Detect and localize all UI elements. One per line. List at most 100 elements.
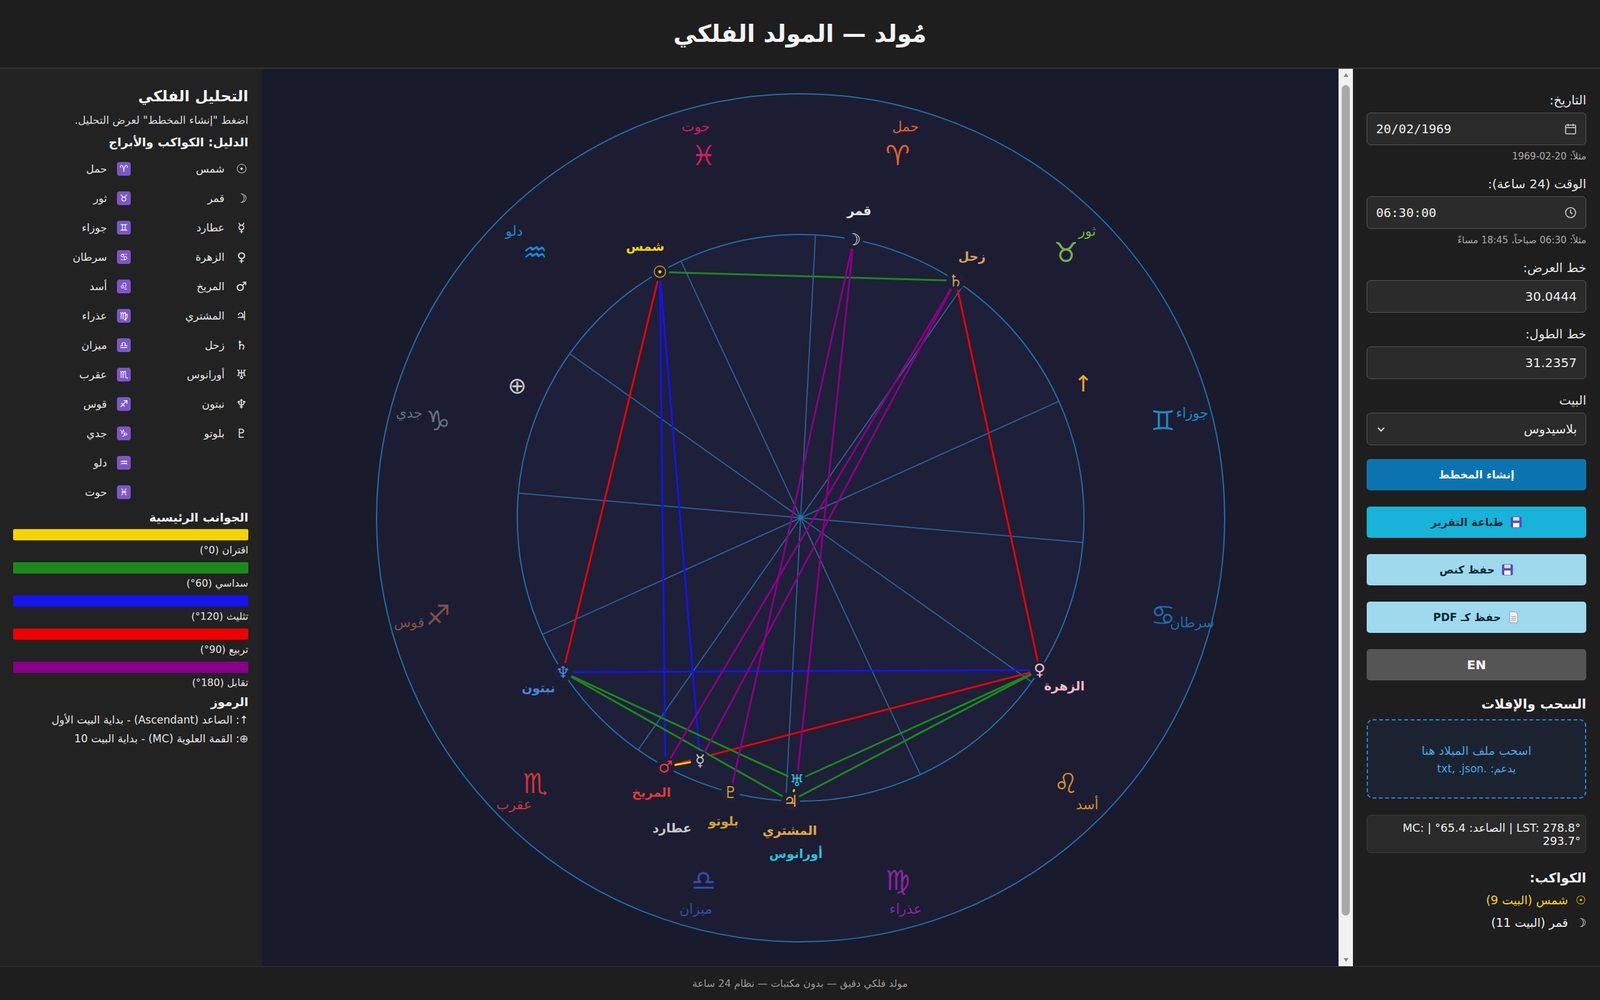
planet-marker[interactable]: ☽قمر [843, 202, 871, 249]
aspect-line [955, 280, 1040, 670]
planet-marker[interactable]: ♄زحل [946, 248, 986, 290]
date-input[interactable]: 20/02/1969 [1366, 112, 1587, 146]
field-value: 31.2357 [1524, 355, 1577, 371]
legend-cell: ♇بلوتو [130, 418, 249, 448]
planet-symbol: ☉ [1575, 893, 1587, 907]
sidebar-content: التاريخ:20/02/1969مثلاً: 20-02-1969الوقت… [1352, 68, 1600, 967]
planet-marker[interactable]: ♂المريخ [631, 757, 675, 800]
house-cusp [800, 517, 1083, 543]
planet-marker[interactable]: ♅أورانوس [768, 771, 822, 862]
sign-badge: ♐ [116, 397, 131, 411]
pdf-button[interactable]: حفظ كـ PDF [1366, 601, 1587, 633]
section-heading: الكواكب: [1366, 870, 1587, 886]
angle-marker: ↑ [1073, 370, 1093, 397]
planet-dot [553, 662, 573, 682]
field-value: 30.0444 [1524, 288, 1577, 304]
scroll-thumb[interactable] [1341, 85, 1350, 916]
field-label: خط العرض: [1366, 260, 1587, 276]
planet-marker[interactable]: ♇بلوتو [707, 783, 740, 829]
button-label: طباعة التقرير [1430, 516, 1504, 529]
time-input[interactable]: 06:30:00 [1366, 196, 1587, 229]
angle-marker: ⊕ [507, 372, 527, 399]
zodiac-sign: ♓حوت [681, 118, 716, 171]
scroll-down-icon [1342, 957, 1350, 963]
sign-name: سرطان [72, 250, 107, 264]
planet-glyph: ☉ [652, 262, 667, 281]
sign-name: ميزان [678, 901, 712, 917]
legend-cell: ♋سرطان [13, 242, 131, 272]
sign-name: ميزان [81, 339, 107, 352]
planet-symbol: ♀ [234, 249, 249, 265]
sign-name: جوزاء [81, 221, 107, 234]
planet-symbol: ♂ [234, 278, 249, 294]
planet-marker[interactable]: ♃المشتري [762, 791, 817, 839]
planet-dot [843, 230, 863, 249]
aspect-line [562, 671, 791, 801]
planet-label: شمس [625, 238, 664, 254]
sign-glyph: ♒ [522, 236, 547, 269]
natal-chart: ♈حمل♉ثور♊جوزاء♋سرطان♌أسد♍عذراء♎ميزان♏عقر… [362, 80, 1239, 956]
aspect-line [664, 280, 956, 767]
sign-glyph: ♈ [885, 138, 910, 171]
aspect-line [796, 669, 1040, 781]
planet-marker[interactable]: ☉ شمس [625, 238, 669, 282]
sign-glyph: ♌ [1053, 766, 1078, 799]
app-footer: مولد فلكي دقيق — بدون مكتبات — نظام 24 س… [0, 966, 1600, 1000]
print-button[interactable]: طباعة التقرير [1366, 506, 1587, 538]
sign-glyph: ♓ [690, 138, 715, 171]
form-group: الوقت (24 ساعة):06:30:00مثلاً: 06:30 صبا… [1366, 176, 1587, 247]
number-input[interactable]: 30.0444 [1366, 280, 1587, 313]
sign-name: حمل [86, 162, 107, 176]
legend-cell: ☿عطارد [130, 212, 249, 243]
planet-dot [946, 270, 966, 290]
lang-button[interactable]: EN [1366, 649, 1587, 681]
legend-cell: ♌ أسد [13, 271, 131, 301]
aspect-legend-item: تقابل (180°) [13, 661, 249, 689]
sign-name: عقرب [79, 368, 107, 381]
scroll-track[interactable] [1338, 81, 1353, 954]
sign-name: أسد [89, 280, 107, 293]
save-button[interactable]: حفظ كنص [1366, 554, 1587, 586]
aspect-line [562, 271, 660, 672]
scroll-up[interactable] [1338, 68, 1353, 82]
planet-marker[interactable]: ♀الزهرة [1030, 660, 1085, 694]
legend-cell [130, 447, 249, 478]
planet-dot [781, 791, 800, 811]
aspect-legend-item: تثليث (120°) [13, 595, 249, 623]
instruction-text: اضغط "إنشاء المخطط" لعرض التحليل. [13, 113, 249, 127]
field-label: البيت [1366, 392, 1587, 408]
planet-name: الزهرة [195, 250, 225, 264]
scrollbar[interactable] [1338, 68, 1353, 967]
primary-button[interactable]: إنشاء المخطط [1366, 459, 1587, 491]
sign-badge: ♌ [116, 279, 131, 294]
select-input[interactable]: بلاسيدوس [1366, 412, 1587, 446]
field-hint: مثلاً: 20-02-1969 [1366, 150, 1587, 163]
drop-zone[interactable]: اسحب ملف الميلاد هنايدعم: .txt, .json [1366, 719, 1587, 799]
sign-glyph: ♊ [1150, 404, 1175, 437]
aspect-line [659, 271, 700, 760]
sign-name: أسد [1075, 794, 1099, 812]
planet-marker[interactable]: ♆نبتون [521, 662, 572, 696]
scroll-down[interactable] [1338, 953, 1353, 967]
sign-glyph: ♑ [425, 404, 450, 437]
outer-ring [376, 93, 1225, 942]
sign-badge: ♒ [116, 455, 131, 470]
planet-label: الزهرة [1043, 678, 1085, 694]
house-cusp [800, 285, 964, 518]
form-group: خط الطول:31.2357 [1366, 326, 1587, 380]
aspect-legend-item: اقتران (0°) [13, 529, 249, 557]
sign-name: جوزاء [1175, 404, 1208, 421]
floppy-disk-icon [1501, 563, 1514, 577]
chart-center [798, 515, 804, 521]
zodiac-sign: ♈ حمل [885, 118, 919, 171]
legend-cell: ♏عقرب [13, 359, 131, 390]
control-sidebar: التاريخ:20/02/1969مثلاً: 20-02-1969الوقت… [1338, 68, 1600, 967]
section-heading: الجوانب الرئيسية [13, 510, 249, 525]
legend-cell: ♄زحل [130, 330, 249, 360]
symbol-note: ⊕: القمة العلوية (MC) - بداية البيت 10 [13, 732, 249, 745]
zodiac-sign: ♏عقرب [496, 766, 548, 812]
number-input[interactable]: 31.2357 [1366, 346, 1587, 380]
aspect-line [562, 669, 1040, 672]
sign-name: حمل [891, 118, 919, 134]
aspect-line [796, 239, 854, 781]
